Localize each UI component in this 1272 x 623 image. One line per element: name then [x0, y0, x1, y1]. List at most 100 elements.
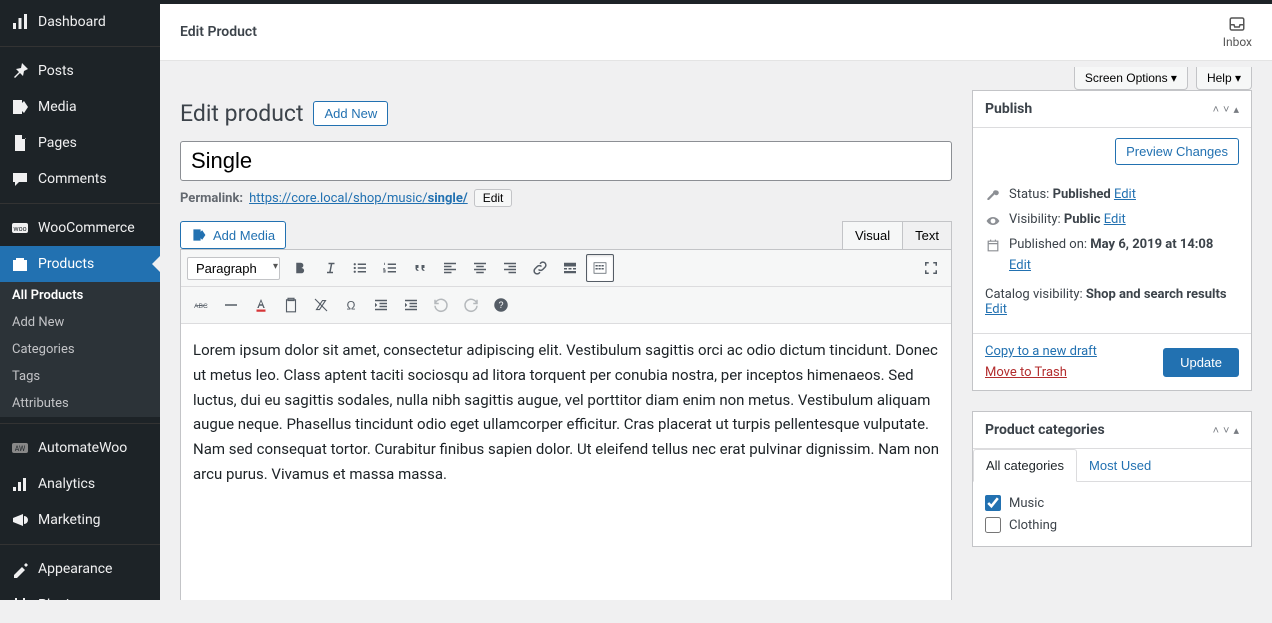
subitem-tags[interactable]: Tags	[0, 363, 160, 390]
sidebar-item-comments[interactable]: Comments	[0, 161, 160, 197]
toolbar-toggle-button[interactable]	[586, 254, 614, 282]
box-up-icon[interactable]: ˄	[1213, 424, 1219, 437]
plugin-icon	[10, 595, 30, 615]
copy-draft-link[interactable]: Copy to a new draft	[985, 344, 1097, 359]
strikethrough-button[interactable]: ABC	[187, 291, 215, 319]
category-list: Music Clothing	[985, 492, 1239, 536]
preview-changes-button[interactable]: Preview Changes	[1115, 138, 1239, 165]
woocommerce-icon: woo	[10, 218, 30, 238]
inbox-button[interactable]: Inbox	[1223, 15, 1252, 49]
category-checkbox[interactable]	[985, 517, 1001, 533]
svg-text:woo: woo	[13, 225, 26, 233]
category-tabs: All categories Most Used	[973, 449, 1251, 482]
paste-text-button[interactable]	[277, 291, 305, 319]
svg-text:?: ?	[498, 300, 503, 310]
subitem-add-new[interactable]: Add New	[0, 309, 160, 336]
main-content: Edit Product Inbox Screen Options ▾ Help…	[160, 4, 1272, 600]
category-checkbox[interactable]	[985, 495, 1001, 511]
tab-most-used[interactable]: Most Used	[1077, 449, 1163, 481]
outdent-button[interactable]	[367, 291, 395, 319]
sidebar-item-analytics[interactable]: Analytics	[0, 466, 160, 502]
undo-button[interactable]	[427, 291, 455, 319]
page-header: Edit Product Inbox	[160, 4, 1272, 61]
tab-text[interactable]: Text	[902, 221, 952, 249]
side-panel: Publish ˄˅▴ Preview Changes Status: Publ…	[972, 90, 1252, 580]
box-down-icon[interactable]: ˅	[1223, 424, 1229, 437]
key-icon	[985, 188, 1001, 204]
sidebar-item-pages[interactable]: Pages	[0, 125, 160, 161]
fullscreen-button[interactable]	[917, 254, 945, 282]
bullet-list-button[interactable]	[346, 254, 374, 282]
product-title-input[interactable]	[180, 141, 952, 181]
indent-button[interactable]	[397, 291, 425, 319]
add-media-button[interactable]: Add Media	[180, 221, 286, 249]
catalog-visibility-value: Shop and search results	[1086, 287, 1227, 302]
category-item-clothing[interactable]: Clothing	[985, 514, 1239, 536]
sidebar-item-marketing[interactable]: Marketing	[0, 502, 160, 538]
subitem-categories[interactable]: Categories	[0, 336, 160, 363]
quote-button[interactable]	[406, 254, 434, 282]
sidebar-item-label: Marketing	[38, 512, 101, 528]
sidebar-item-dashboard[interactable]: Dashboard	[0, 4, 160, 40]
clear-format-button[interactable]	[307, 291, 335, 319]
sidebar-item-appearance[interactable]: Appearance	[0, 544, 160, 587]
editor-content[interactable]: Lorem ipsum dolor sit amet, consectetur …	[181, 324, 951, 600]
edit-visibility-link[interactable]: Edit	[1104, 212, 1126, 227]
edit-catalog-link[interactable]: Edit	[985, 302, 1007, 317]
help-icon-button[interactable]: ?	[487, 291, 515, 319]
status-label: Status:	[1009, 187, 1049, 202]
permalink-link[interactable]: https://core.local/shop/music/single/	[249, 191, 468, 206]
categories-title: Product categories	[985, 422, 1105, 438]
edit-status-link[interactable]: Edit	[1114, 187, 1136, 202]
sidebar-item-woocommerce[interactable]: wooWooCommerce	[0, 203, 160, 246]
box-toggle-icon[interactable]: ▴	[1233, 424, 1239, 437]
screen-options-button[interactable]: Screen Options ▾	[1074, 67, 1188, 90]
sidebar-item-posts[interactable]: Posts	[0, 46, 160, 89]
megaphone-icon	[10, 510, 30, 530]
box-up-icon[interactable]: ˄	[1213, 103, 1219, 116]
italic-button[interactable]	[316, 254, 344, 282]
box-toggle-icon[interactable]: ▴	[1233, 103, 1239, 116]
subitem-all-products[interactable]: All Products	[0, 282, 160, 309]
category-item-music[interactable]: Music	[985, 492, 1239, 514]
sidebar-item-automatewoo[interactable]: AWAutomateWoo	[0, 423, 160, 466]
visibility-value: Public	[1064, 212, 1101, 227]
help-button[interactable]: Help ▾	[1196, 67, 1252, 90]
page-icon	[10, 133, 30, 153]
add-new-button[interactable]: Add New	[313, 101, 388, 126]
sidebar-item-label: Appearance	[38, 561, 112, 577]
box-down-icon[interactable]: ˅	[1223, 103, 1229, 116]
inbox-icon	[1228, 15, 1246, 33]
bold-button[interactable]	[286, 254, 314, 282]
edit-date-link[interactable]: Edit	[1009, 258, 1031, 273]
comment-icon	[10, 169, 30, 189]
calendar-icon	[985, 238, 1001, 254]
sidebar-item-products[interactable]: Products	[0, 246, 160, 282]
align-left-button[interactable]	[436, 254, 464, 282]
sidebar-item-plugins[interactable]: Plugins	[0, 587, 160, 623]
special-char-button[interactable]: Ω	[337, 291, 365, 319]
format-select[interactable]: Paragraph	[187, 257, 280, 280]
insert-more-button[interactable]	[556, 254, 584, 282]
update-button[interactable]: Update	[1163, 348, 1239, 377]
move-trash-link[interactable]: Move to Trash	[985, 365, 1097, 380]
sidebar-item-media[interactable]: Media	[0, 89, 160, 125]
page-title: Edit product	[180, 100, 303, 127]
text-color-button[interactable]	[247, 291, 275, 319]
redo-button[interactable]	[457, 291, 485, 319]
link-button[interactable]	[526, 254, 554, 282]
admin-sidebar: Dashboard Posts Media Pages Comments woo…	[0, 4, 160, 600]
numbered-list-button[interactable]	[376, 254, 404, 282]
tab-visual[interactable]: Visual	[842, 221, 903, 249]
sidebar-item-label: Pages	[38, 135, 77, 151]
edit-permalink-button[interactable]: Edit	[474, 189, 513, 207]
tab-all-categories[interactable]: All categories	[973, 449, 1077, 482]
editor-toolbar-row1: Paragraph	[181, 250, 951, 287]
subitem-attributes[interactable]: Attributes	[0, 390, 160, 417]
svg-text:ABC: ABC	[194, 303, 208, 310]
hr-button[interactable]	[217, 291, 245, 319]
align-right-button[interactable]	[496, 254, 524, 282]
products-icon	[10, 254, 30, 274]
sidebar-item-label: Comments	[38, 171, 107, 187]
align-center-button[interactable]	[466, 254, 494, 282]
